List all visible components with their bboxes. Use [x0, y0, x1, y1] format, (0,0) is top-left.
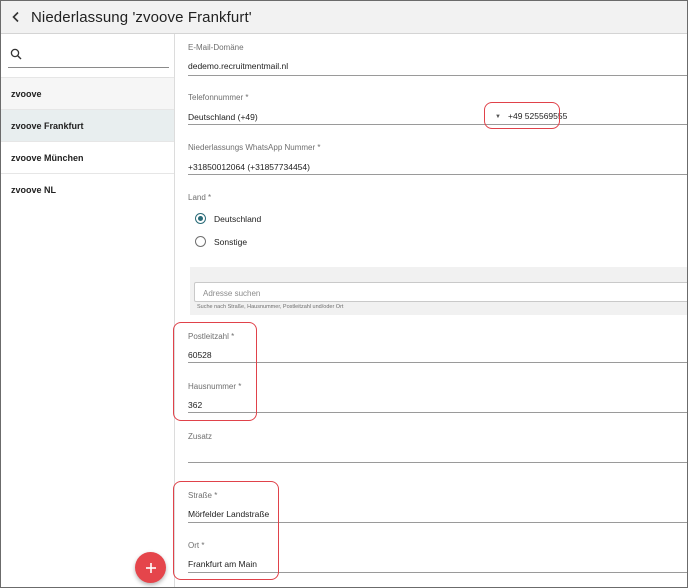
- sidebar-item-label: zvoove Frankfurt: [11, 120, 84, 131]
- house-number-label: Hausnummer *: [188, 382, 242, 391]
- add-branch-button[interactable]: [135, 552, 166, 583]
- radio-selected-icon[interactable]: [195, 213, 206, 224]
- sidebar-item-label: zvoove München: [11, 152, 84, 163]
- phone-number-input[interactable]: +49 525569555: [508, 111, 567, 121]
- radio-sonstige[interactable]: Sonstige: [195, 236, 247, 247]
- branch-sidebar: zvoove zvoove Frankfurt zvoove München z…: [1, 34, 175, 587]
- radio-unselected-icon[interactable]: [195, 236, 206, 247]
- page-title: Niederlassung 'zvoove Frankfurt': [31, 8, 252, 26]
- field-underline: [188, 462, 687, 463]
- phone-label: Telefonnummer *: [188, 93, 249, 102]
- whatsapp-value: +31850012064 (+31857734454): [188, 162, 310, 172]
- email-domain-value: dedemo.recruitmentmail.nl: [188, 61, 289, 71]
- field-underline: [188, 124, 687, 125]
- radio-deutschland-label: Deutschland: [214, 213, 262, 224]
- back-button[interactable]: [1, 1, 31, 34]
- chevron-left-icon: [12, 11, 19, 23]
- address-search-hint: Suche nach Straße, Hausnummer, Postleitz…: [197, 304, 344, 310]
- sidebar-item-label: zvoove: [11, 88, 42, 99]
- whatsapp-label: Niederlassungs WhatsApp Nummer *: [188, 143, 321, 152]
- country-label: Land *: [188, 193, 212, 202]
- email-domain-label: E-Mail-Domäne: [188, 43, 244, 52]
- postal-code-value: 60528: [188, 350, 212, 360]
- address-search-field[interactable]: [194, 282, 687, 303]
- page-header: Niederlassung 'zvoove Frankfurt': [1, 1, 687, 34]
- search-bar: [8, 40, 169, 68]
- field-underline: [188, 362, 687, 363]
- search-icon: [10, 48, 22, 59]
- branch-list: zvoove zvoove Frankfurt zvoove München z…: [1, 77, 174, 205]
- city-value: Frankfurt am Main: [188, 559, 257, 569]
- caret-down-icon[interactable]: ▼: [495, 114, 501, 120]
- field-underline: [188, 412, 687, 413]
- field-underline: [188, 174, 687, 175]
- address-search-input[interactable]: [195, 284, 687, 303]
- phone-country-select[interactable]: Deutschland (+49): [188, 112, 258, 122]
- postal-code-label: Postleitzahl *: [188, 332, 235, 341]
- plus-icon: [145, 562, 156, 573]
- sidebar-item-zvoove[interactable]: zvoove: [1, 77, 174, 109]
- branch-form: E-Mail-Domäne dedemo.recruitmentmail.nl …: [175, 34, 687, 587]
- sidebar-item-zvoove-muenchen[interactable]: zvoove München: [1, 141, 174, 173]
- street-label: Straße *: [188, 491, 218, 500]
- city-label: Ort *: [188, 541, 205, 550]
- street-value: Mörfelder Landstraße: [188, 509, 270, 519]
- radio-deutschland[interactable]: Deutschland: [195, 213, 261, 224]
- radio-sonstige-label: Sonstige: [214, 236, 248, 247]
- field-underline: [188, 572, 687, 573]
- sidebar-item-label: zvoove NL: [11, 184, 57, 195]
- search-input[interactable]: [27, 47, 157, 60]
- sidebar-item-zvoove-frankfurt[interactable]: zvoove Frankfurt: [1, 109, 174, 141]
- field-underline: [188, 75, 687, 76]
- field-underline: [188, 522, 687, 523]
- house-number-value: 362: [188, 400, 203, 410]
- address-search-box: Suche nach Straße, Hausnummer, Postleitz…: [190, 267, 687, 315]
- addition-label: Zusatz: [188, 432, 213, 441]
- app-window: Niederlassung 'zvoove Frankfurt' zvoove …: [0, 0, 688, 588]
- sidebar-item-zvoove-nl[interactable]: zvoove NL: [1, 173, 174, 205]
